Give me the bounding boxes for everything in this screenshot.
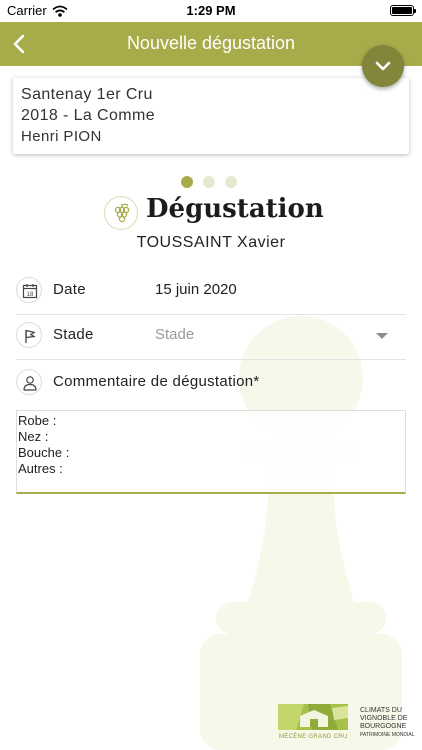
wine-name: Santenay 1er Cru bbox=[21, 86, 153, 103]
mecene-grand-cru-logo bbox=[278, 704, 348, 730]
navigation-bar: Nouvelle dégustation bbox=[0, 22, 422, 66]
footer-logos: MÉCÈNE GRAND CRU CLIMATS DU VIGNOBLE DE … bbox=[278, 700, 418, 744]
comment-row: Commentaire de dégustation* bbox=[16, 361, 406, 407]
collapse-button[interactable] bbox=[362, 45, 404, 87]
date-row[interactable]: 18 Date 15 juin 2020 bbox=[16, 269, 406, 315]
tasting-title: Dégustation bbox=[146, 194, 324, 224]
status-bar: Carrier 1:29 PM bbox=[0, 0, 422, 22]
date-label: Date bbox=[53, 281, 86, 298]
flag-icon bbox=[25, 329, 36, 343]
taster-name: TOUSSAINT Xavier bbox=[136, 234, 286, 251]
pager-dot[interactable] bbox=[181, 176, 193, 188]
climats-title: CLIMATS DU VIGNOBLE DE BOURGOGNE bbox=[360, 707, 408, 730]
grape-icon bbox=[114, 203, 130, 223]
pager-dot[interactable] bbox=[225, 176, 237, 188]
comment-label: Commentaire de dégustation* bbox=[53, 373, 260, 390]
stade-label: Stade bbox=[53, 326, 94, 343]
pager-dot[interactable] bbox=[203, 176, 215, 188]
comment-icon-badge bbox=[16, 369, 42, 395]
stade-icon-badge bbox=[16, 322, 42, 348]
climats-logo: CLIMATS DU VIGNOBLE DE BOURGOGNE PATRIMO… bbox=[360, 707, 418, 739]
wine-producer: Henri PION bbox=[21, 128, 102, 145]
stade-select[interactable]: Stade bbox=[155, 326, 194, 343]
mecene-caption: MÉCÈNE GRAND CRU bbox=[279, 734, 348, 740]
person-icon bbox=[23, 376, 37, 391]
grape-badge bbox=[104, 196, 138, 230]
nav-title: Nouvelle dégustation bbox=[126, 33, 296, 53]
status-time: 1:29 PM bbox=[186, 3, 236, 18]
wine-card: Santenay 1er Cru 2018 - La Comme Henri P… bbox=[13, 78, 409, 154]
wine-vintage-climat: 2018 - La Comme bbox=[21, 107, 156, 124]
comment-textarea[interactable]: Robe : Nez : Bouche : Autres : bbox=[16, 410, 406, 494]
dropdown-arrow-icon[interactable] bbox=[376, 333, 388, 339]
date-icon-badge: 18 bbox=[16, 277, 42, 303]
stade-row[interactable]: Stade Stade bbox=[16, 314, 406, 360]
battery-icon bbox=[390, 5, 416, 16]
svg-text:18: 18 bbox=[27, 292, 34, 298]
date-value[interactable]: 15 juin 2020 bbox=[155, 281, 237, 298]
calendar-icon: 18 bbox=[22, 284, 38, 299]
climats-subtitle: PATRIMOINE MONDIAL bbox=[360, 732, 415, 738]
chevron-down-icon bbox=[375, 61, 391, 71]
